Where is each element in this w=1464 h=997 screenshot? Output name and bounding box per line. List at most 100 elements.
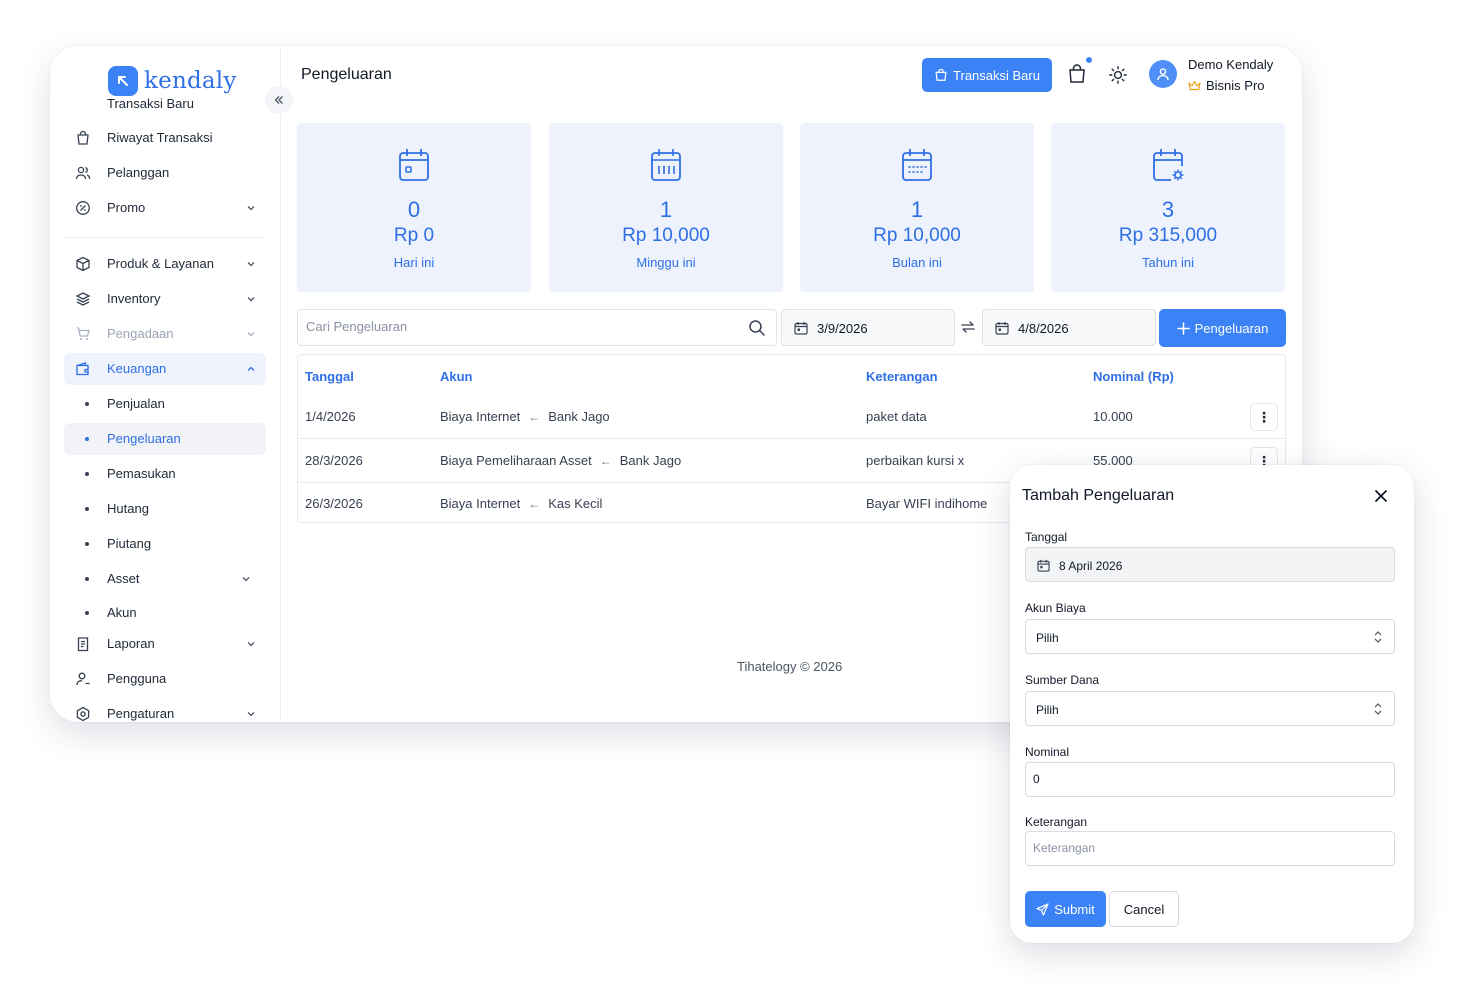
stat-label: Bulan ini — [892, 255, 942, 270]
search-icon[interactable] — [748, 319, 766, 337]
search-input[interactable] — [306, 319, 736, 334]
sidebar-item-label: Riwayat Transaksi — [107, 130, 213, 145]
cell-keterangan: paket data — [866, 409, 927, 424]
new-transaction-button[interactable]: Transaksi Baru — [922, 58, 1052, 92]
sumber-dana-value: Pilih — [1036, 703, 1059, 717]
theme-toggle-sun-icon[interactable] — [1108, 65, 1128, 85]
table-row[interactable]: 1/4/2026 Biaya Internet ← Bank Jago pake… — [298, 396, 1285, 439]
akun-biaya-label: Akun Biaya — [1025, 601, 1086, 615]
avatar[interactable] — [1149, 60, 1177, 88]
keterangan-input[interactable] — [1033, 841, 1383, 855]
page-title: Pengeluaran — [301, 66, 392, 83]
chevron-down-icon — [247, 642, 255, 647]
akun-biaya-value: Pilih — [1036, 631, 1059, 645]
calendar-icon — [995, 322, 1009, 335]
sidebar-item-pengguna[interactable]: Pengguna — [64, 663, 266, 695]
stat-card-year: 3 Rp 315,000 Tahun ini — [1051, 123, 1285, 292]
crown-icon — [1188, 80, 1201, 91]
sidebar-item-label: Hutang — [107, 501, 149, 516]
sumber-dana-select[interactable]: Pilih — [1025, 691, 1395, 726]
discount-icon — [76, 201, 90, 215]
sidebar-item-pelanggan[interactable]: Pelanggan — [64, 157, 266, 189]
chevron-up-icon — [247, 366, 255, 371]
stat-amount: Rp 315,000 — [1118, 225, 1218, 246]
sidebar-subitem-penjualan[interactable]: Penjualan — [64, 388, 266, 420]
chevron-down-icon — [247, 206, 255, 211]
submit-button[interactable]: Submit — [1025, 891, 1106, 927]
sidebar-item-pengadaan[interactable]: Pengadaan — [64, 318, 266, 350]
stat-count: 1 — [659, 197, 673, 222]
stat-card-week: 1 Rp 10,000 Minggu ini — [549, 123, 783, 292]
sidebar-item-inventory[interactable]: Inventory — [64, 283, 266, 315]
sidebar-item-produk-layanan[interactable]: Produk & Layanan — [64, 248, 266, 280]
row-actions-kebab-icon[interactable]: ⋮ — [1250, 403, 1278, 431]
submit-label: Submit — [1054, 901, 1095, 917]
footer-copyright: Tihatelogy © 2026 — [737, 659, 843, 674]
cart-bag-icon[interactable] — [1066, 63, 1088, 85]
user-plan-label: Bisnis Pro — [1206, 78, 1265, 93]
collapse-sidebar-button[interactable] — [265, 86, 293, 114]
sidebar-item-keuangan[interactable]: Keuangan — [64, 353, 266, 385]
arrow-left-icon: ← — [599, 453, 612, 468]
cancel-button[interactable]: Cancel — [1109, 891, 1179, 927]
chevron-down-icon — [242, 577, 250, 582]
double-chevron-left-icon — [274, 96, 283, 104]
sidebar-item-laporan[interactable]: Laporan — [64, 628, 266, 660]
users-icon — [75, 166, 91, 180]
sidebar-subitem-asset[interactable]: Asset — [64, 563, 266, 595]
cell-akun: Biaya Pemeliharaan Asset ← Bank Jago — [440, 453, 681, 468]
keterangan-field[interactable] — [1025, 831, 1395, 866]
cart-icon — [76, 327, 90, 340]
cell-akun: Biaya Internet ← Bank Jago — [440, 409, 610, 424]
brand-logo[interactable]: kendaly — [108, 66, 237, 96]
cell-keterangan: perbaikan kursi x — [866, 453, 965, 468]
sidebar-item-label: Pelanggan — [107, 165, 170, 180]
sidebar-subitem-piutang[interactable]: Piutang — [64, 528, 266, 560]
sidebar-subitem-pengeluaran[interactable]: Pengeluaran — [64, 423, 266, 455]
chevron-down-icon — [247, 712, 255, 717]
stat-label: Tahun ini — [1141, 255, 1195, 270]
nominal-input[interactable] — [1033, 772, 1383, 786]
date-from-picker[interactable]: 3/9/2026 — [781, 309, 955, 346]
add-pengeluaran-label: Pengeluaran — [1194, 320, 1269, 336]
sidebar-item-label: Laporan — [107, 636, 155, 651]
sidebar-item-label: Pengadaan — [107, 326, 174, 341]
cell-tanggal: 1/4/2026 — [305, 409, 356, 424]
swap-arrows-icon — [961, 321, 975, 333]
sidebar-item-transaksi-baru[interactable]: Transaksi Baru — [107, 96, 194, 111]
cell-nominal: 10.000 — [1093, 409, 1133, 424]
bullet-dot — [85, 507, 89, 511]
user-avatar-icon — [1157, 68, 1169, 81]
bullet-dot — [85, 437, 89, 441]
sidebar-item-riwayat-transaksi[interactable]: Riwayat Transaksi — [64, 122, 266, 154]
sumber-dana-label: Sumber Dana — [1025, 673, 1100, 687]
sidebar-subitem-hutang[interactable]: Hutang — [64, 493, 266, 525]
add-expense-modal: Tambah Pengeluaran Tanggal 8 April 2026 … — [1010, 465, 1414, 943]
calendar-month-icon — [902, 149, 932, 181]
plus-icon — [1176, 321, 1190, 335]
calendar-icon — [1037, 559, 1050, 572]
settings-icon — [76, 706, 90, 722]
sidebar-item-promo[interactable]: Promo — [64, 192, 266, 224]
date-to-picker[interactable]: 4/8/2026 — [982, 309, 1156, 346]
calendar-week-icon — [651, 149, 681, 181]
arrow-left-icon: ← — [528, 496, 541, 511]
new-transaction-label: Transaksi Baru — [953, 67, 1040, 83]
sidebar: Transaksi Baru kendaly Riwayat Transaksi… — [50, 46, 281, 722]
sidebar-item-pengaturan[interactable]: Pengaturan — [64, 698, 266, 722]
calendar-day-icon — [399, 149, 429, 181]
send-icon — [1036, 902, 1049, 916]
add-pengeluaran-button[interactable]: Pengeluaran — [1159, 309, 1286, 347]
column-header-keterangan: Keterangan — [866, 369, 938, 384]
search-field[interactable] — [297, 309, 777, 346]
akun-biaya-select[interactable]: Pilih — [1025, 619, 1395, 654]
tanggal-field[interactable]: 8 April 2026 — [1025, 547, 1395, 582]
close-icon[interactable] — [1372, 487, 1390, 505]
nominal-field[interactable] — [1025, 762, 1395, 797]
sidebar-subitem-pemasukan[interactable]: Pemasukan — [64, 458, 266, 490]
chevron-down-icon — [247, 262, 255, 267]
bullet-dot — [85, 577, 89, 581]
bullet-dot — [85, 402, 89, 406]
sidebar-subitem-akun[interactable]: Akun — [64, 597, 266, 629]
akun-from: Bank Jago — [619, 453, 682, 468]
